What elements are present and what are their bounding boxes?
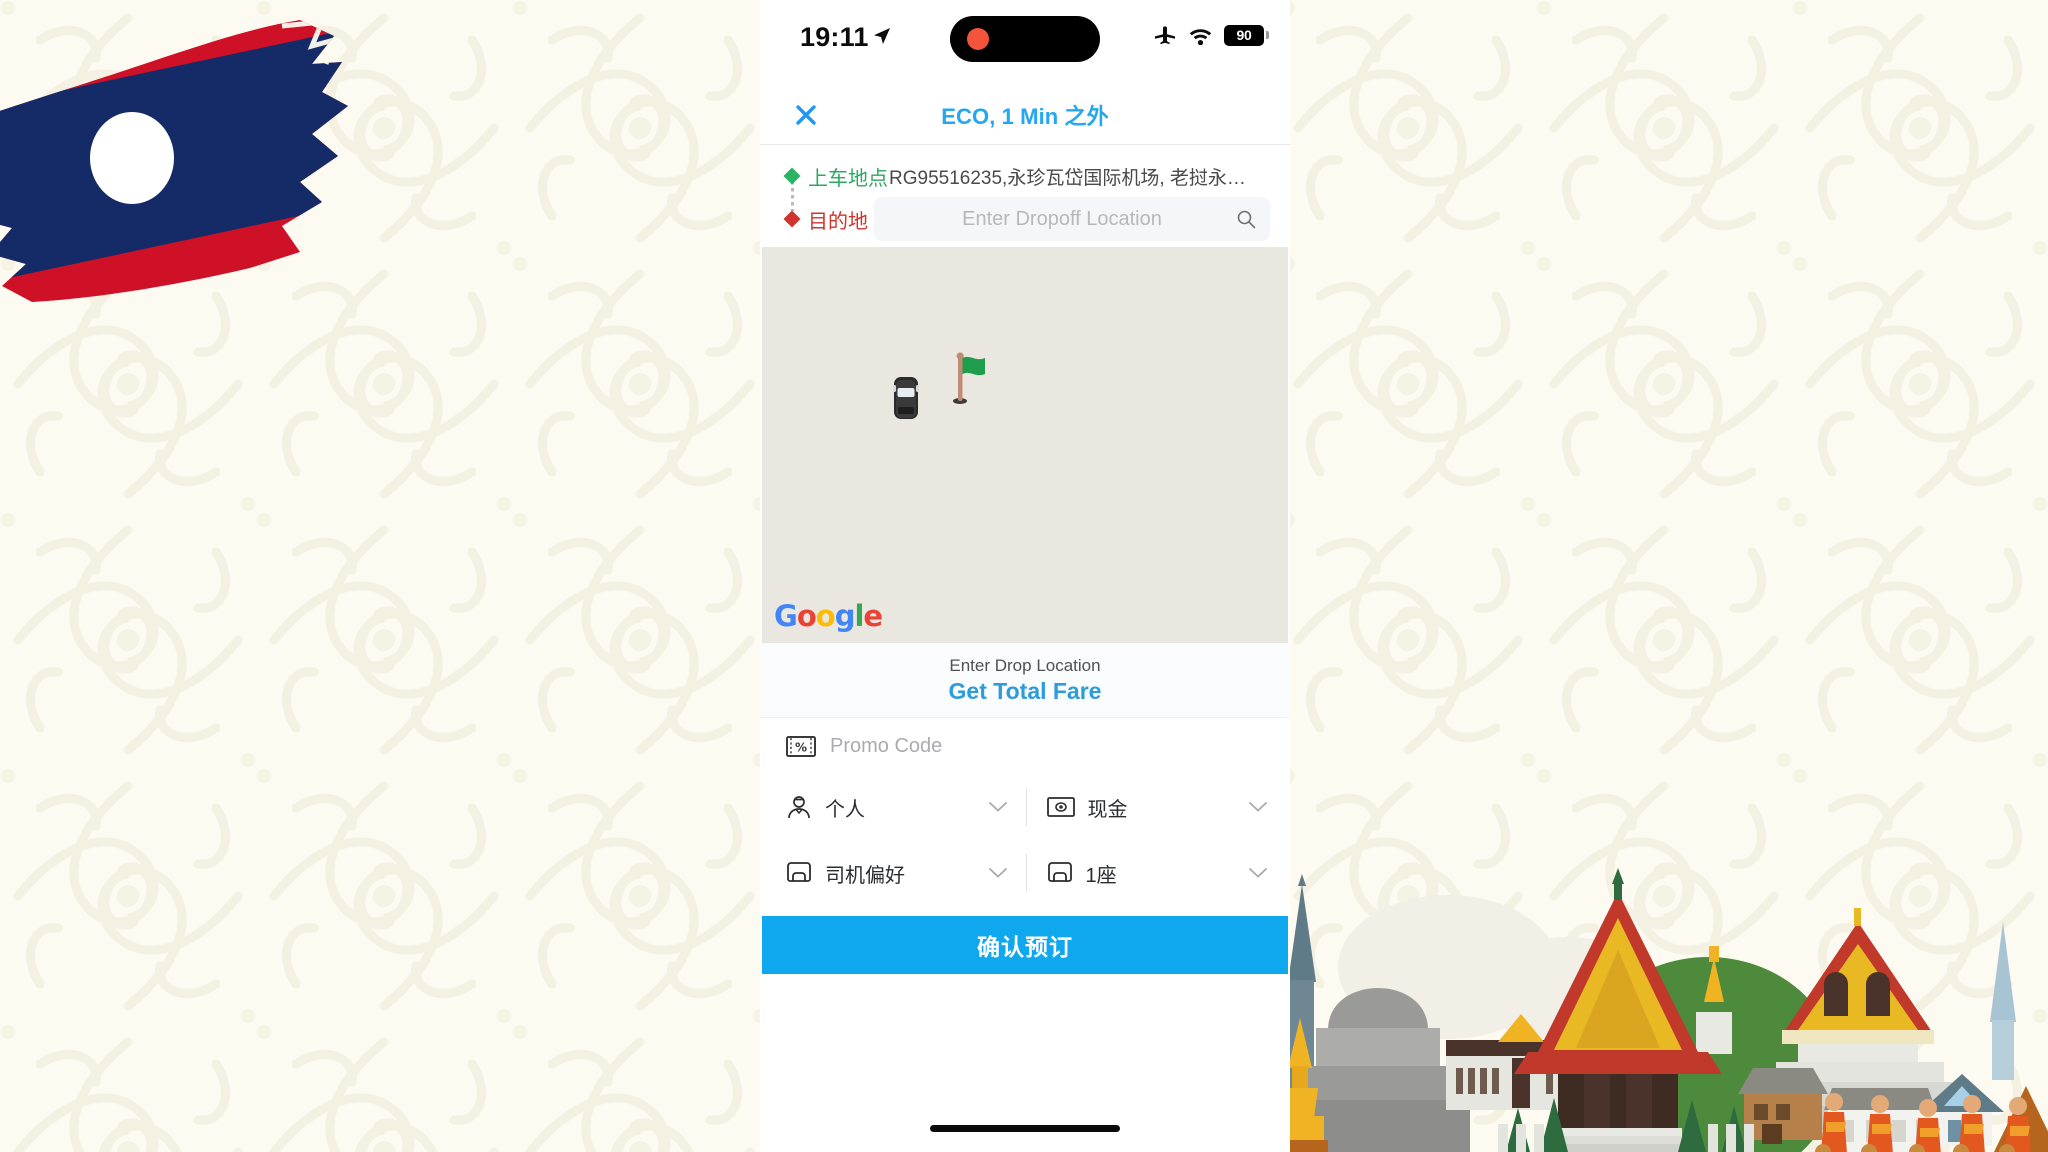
pickup-row[interactable]: 上车地点 RG95516235,永珍瓦岱国际机场, 老挝永珍 ຖ... bbox=[760, 155, 1290, 197]
laos-landmarks-illustration bbox=[1272, 868, 2048, 1152]
google-logo: Google bbox=[774, 599, 883, 633]
dynamic-island bbox=[950, 16, 1100, 62]
status-bar: 19:11 90 bbox=[760, 0, 1290, 86]
right-spire bbox=[1990, 922, 2016, 1080]
app-header: ECO, 1 Min 之外 bbox=[760, 86, 1290, 144]
page-title: ECO, 1 Min 之外 bbox=[941, 104, 1109, 129]
confirm-booking-button[interactable]: 确认预订 bbox=[762, 916, 1288, 974]
red-diamond-marker bbox=[783, 210, 801, 228]
seat-icon bbox=[787, 862, 811, 882]
status-bar-indicators: 90 bbox=[1153, 24, 1269, 46]
seat-icon bbox=[1047, 862, 1072, 882]
options-row-1: 个人 现金 bbox=[760, 774, 1290, 840]
search-icon[interactable] bbox=[1236, 209, 1256, 229]
recording-indicator-dot bbox=[967, 28, 989, 50]
options-row-2: 司机偏好 1座 bbox=[760, 840, 1290, 906]
ride-type-selector[interactable]: 个人 bbox=[760, 774, 1026, 840]
airplane-mode-icon bbox=[1155, 26, 1175, 45]
get-total-fare-button[interactable]: Get Total Fare bbox=[760, 678, 1290, 705]
chevron-down-icon[interactable] bbox=[1248, 801, 1268, 813]
chevron-down-icon[interactable] bbox=[1248, 867, 1268, 879]
location-arrow-icon bbox=[874, 28, 890, 44]
fare-note: Enter Drop Location bbox=[949, 656, 1101, 675]
driver-preference-label: 司机偏好 bbox=[825, 864, 905, 887]
coupon-percent-icon: % bbox=[786, 736, 816, 757]
payment-method-label: 现金 bbox=[1087, 798, 1128, 821]
home-indicator[interactable] bbox=[930, 1125, 1120, 1132]
promo-code-row[interactable]: % Promo Code bbox=[760, 718, 1290, 774]
green-flag-marker bbox=[953, 352, 985, 404]
close-button[interactable] bbox=[790, 99, 822, 131]
promo-code-placeholder: Promo Code bbox=[830, 735, 943, 757]
pickup-address: RG95516235,永珍瓦岱国际机场, 老挝永珍 ຖ... bbox=[889, 167, 1264, 189]
seat-count-selector[interactable]: 1座 bbox=[1027, 840, 1291, 906]
fare-section[interactable]: Enter Drop Location Get Total Fare bbox=[760, 643, 1290, 718]
close-icon bbox=[796, 105, 816, 125]
confirm-booking-label: 确认预订 bbox=[977, 934, 1073, 960]
chevron-down-icon[interactable] bbox=[988, 867, 1008, 879]
green-diamond-marker bbox=[783, 167, 801, 185]
laos-flag bbox=[0, 20, 348, 302]
person-icon bbox=[788, 796, 810, 819]
battery-indicator: 90 bbox=[1224, 24, 1269, 46]
map-view[interactable]: Google bbox=[762, 247, 1288, 643]
pickup-label: 上车地点 bbox=[808, 167, 888, 190]
chevron-down-icon[interactable] bbox=[988, 801, 1008, 813]
phone-screen: 19:11 90 ECO, 1 Min 之外 上车地点 RG95516235,永… bbox=[760, 0, 1290, 1152]
dropoff-placeholder: Enter Dropoff Location bbox=[962, 207, 1162, 230]
dropoff-label: 目的地 bbox=[808, 210, 868, 233]
driver-preference-selector[interactable]: 司机偏好 bbox=[760, 840, 1026, 906]
location-inputs: 上车地点 RG95516235,永珍瓦岱国际机场, 老挝永珍 ຖ... 目的地 … bbox=[760, 145, 1290, 247]
dropoff-input-field[interactable]: Enter Dropoff Location bbox=[874, 197, 1270, 241]
status-bar-time: 19:11 bbox=[800, 22, 869, 52]
car-marker bbox=[893, 377, 919, 419]
payment-method-selector[interactable]: 现金 bbox=[1027, 774, 1291, 840]
seat-count-label: 1座 bbox=[1085, 864, 1117, 887]
dropoff-row[interactable]: 目的地 Enter Dropoff Location bbox=[760, 197, 1290, 241]
wifi-icon bbox=[1189, 29, 1212, 45]
battery-level-text: 90 bbox=[1236, 27, 1252, 43]
banknote-icon bbox=[1046, 797, 1075, 817]
svg-text:%: % bbox=[795, 741, 807, 755]
ride-type-label: 个人 bbox=[825, 798, 865, 821]
